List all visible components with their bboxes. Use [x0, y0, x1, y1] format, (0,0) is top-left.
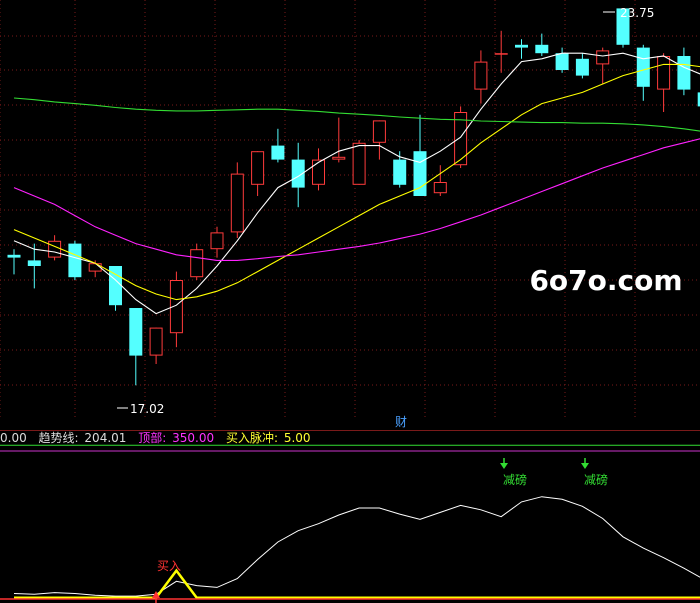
- candle-body: [88, 263, 102, 272]
- candle-body: [332, 156, 346, 160]
- candle-body: [372, 120, 386, 143]
- candle-body: [494, 53, 508, 55]
- candle-down: [68, 240, 82, 280]
- candle-body: [515, 44, 528, 48]
- finance-marker: 财: [395, 415, 407, 429]
- candle-body: [393, 159, 407, 185]
- reduce-label: 减磅: [584, 472, 608, 487]
- candle-body: [312, 159, 325, 185]
- top-label: 顶部:: [138, 430, 166, 445]
- svg-text:0.00 趋势线: 204.01: 0.00 趋势线: 204.01 顶部: 350.00 买入脉冲: 5.00: [0, 430, 311, 445]
- candle-body: [48, 240, 62, 258]
- candle-body: [190, 249, 204, 278]
- high-price-label: 23.75: [620, 6, 654, 20]
- prefix-value: 0.00: [0, 431, 27, 445]
- reduce-label: 减磅: [503, 472, 527, 487]
- candle-body: [27, 260, 41, 266]
- candle-body: [210, 232, 224, 250]
- candle-body: [433, 182, 447, 194]
- candle-body: [352, 142, 366, 185]
- trend-label: 趋势线:: [39, 431, 79, 445]
- candle-down: [109, 266, 122, 311]
- buy-label: 买入: [157, 559, 181, 573]
- candle-body: [555, 53, 569, 70]
- candle-body: [149, 327, 163, 356]
- low-price-label: 17.02: [130, 402, 164, 416]
- candle-body: [677, 56, 691, 90]
- candle-body: [535, 44, 549, 54]
- candle-body: [129, 308, 143, 356]
- candle-body: [636, 47, 650, 87]
- buy-pulse-label: 买入脉冲:: [226, 430, 278, 445]
- buy-pulse-value: 5.00: [284, 431, 311, 445]
- stock-chart-canvas: 23.75 17.02 财 6o7o.com 0.00 趋势线: 204.01 …: [0, 0, 700, 603]
- trend-value: 204.01: [84, 431, 126, 445]
- chart-background: [0, 0, 700, 603]
- candle-body: [657, 56, 671, 90]
- candle-body: [596, 50, 610, 65]
- indicator-header: 0.00 趋势线: 204.01 顶部: 350.00 买入脉冲: 5.00: [0, 430, 311, 445]
- candle-up: [230, 162, 244, 238]
- candle-body: [271, 145, 285, 160]
- candle-body: [7, 254, 21, 258]
- candle-body: [230, 173, 244, 233]
- top-value: 350.00: [172, 431, 214, 445]
- candle-body: [251, 151, 265, 185]
- candle-body: [575, 58, 589, 76]
- watermark: 6o7o.com: [529, 264, 682, 297]
- candle-body: [68, 243, 82, 278]
- candle-body: [474, 61, 488, 90]
